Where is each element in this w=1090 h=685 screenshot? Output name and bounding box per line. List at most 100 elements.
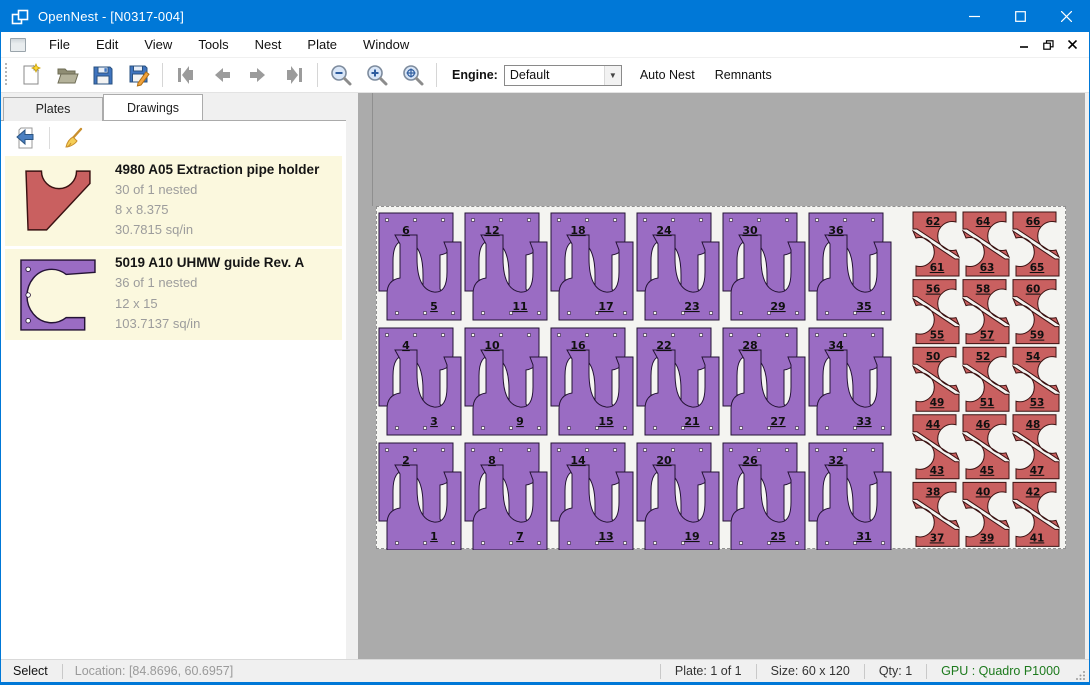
purple-part-pair[interactable]: 28 27	[723, 328, 805, 435]
resize-grip[interactable]	[1076, 669, 1086, 679]
menu-nest[interactable]: Nest	[242, 33, 295, 56]
nav-next-button[interactable]	[240, 60, 276, 90]
red-part-pair[interactable]: 3837	[913, 482, 959, 546]
purple-part-pair[interactable]: 3231	[809, 443, 891, 550]
new-file-icon	[19, 63, 43, 87]
engine-select[interactable]: Default ▼	[504, 65, 622, 86]
svg-text:66: 66	[1026, 216, 1041, 228]
purple-part-pair[interactable]: 3635	[809, 213, 891, 320]
toolbar-grip[interactable]	[3, 63, 9, 87]
purple-part-pair[interactable]: 1817	[551, 213, 633, 320]
drawing-item[interactable]: 5019 A10 UHMW guide Rev. A 36 of 1 neste…	[5, 249, 342, 339]
nest-canvas[interactable]: 6543211211109871817161514132423222120193…	[358, 93, 1085, 659]
purple-part-pair[interactable]: 21	[379, 443, 461, 550]
open-file-button[interactable]	[49, 60, 85, 90]
red-part-pair[interactable]: 6261	[913, 212, 959, 276]
svg-text:65: 65	[1030, 262, 1045, 274]
new-file-button[interactable]	[13, 60, 49, 90]
red-part-pair[interactable]: 5251	[963, 347, 1009, 411]
plate[interactable]: 6543211211109871817161514132423222120193…	[376, 206, 1066, 549]
nav-last-button[interactable]	[276, 60, 312, 90]
purple-part-pair[interactable]: 2221	[637, 328, 719, 435]
svg-text:30: 30	[742, 224, 758, 237]
purple-part-pair[interactable]: 65	[379, 213, 461, 320]
menu-view[interactable]: View	[131, 33, 185, 56]
menu-window[interactable]: Window	[350, 33, 422, 56]
drawings-toolbar	[1, 121, 346, 154]
svg-text:58: 58	[976, 284, 991, 296]
purple-part-pair[interactable]: 2625	[723, 443, 805, 550]
purple-part-pair[interactable]: 2019	[637, 443, 719, 550]
minimize-button[interactable]	[951, 1, 997, 32]
zoom-in-button[interactable]	[359, 60, 395, 90]
menu-tools[interactable]: Tools	[185, 33, 241, 56]
svg-text:1: 1	[430, 530, 438, 543]
svg-text:6: 6	[402, 224, 410, 237]
red-part-pair[interactable]: 4241	[1013, 482, 1059, 546]
drawing-item[interactable]: 4980 A05 Extraction pipe holder 30 of 1 …	[5, 156, 342, 246]
red-part-pair[interactable]: 66 65	[1013, 212, 1059, 276]
nav-first-button[interactable]	[168, 60, 204, 90]
toolbar: Engine: Default ▼ Auto Nest Remnants	[1, 58, 1089, 93]
mdi-minimize-button[interactable]	[1020, 40, 1029, 49]
svg-text:34: 34	[828, 339, 844, 352]
red-part-pair[interactable]: 6463	[963, 212, 1009, 276]
svg-text:43: 43	[930, 465, 945, 477]
svg-text:38: 38	[926, 486, 941, 498]
menu-edit[interactable]: Edit	[83, 33, 131, 56]
nav-last-icon	[282, 63, 306, 87]
return-to-drawing-button[interactable]	[11, 124, 41, 152]
purple-part-pair[interactable]: 2423	[637, 213, 719, 320]
purple-part-pair[interactable]: 109	[465, 328, 547, 435]
red-part-pair[interactable]: 5655	[913, 280, 959, 344]
nav-next-icon	[246, 63, 270, 87]
side-panel: Plates Drawings	[1, 93, 346, 659]
svg-text:45: 45	[980, 465, 995, 477]
purple-part-pair[interactable]: 87	[465, 443, 547, 550]
app-icon	[11, 9, 29, 25]
svg-text:13: 13	[598, 530, 613, 543]
tab-drawings[interactable]: Drawings	[103, 94, 203, 120]
part-thumbnail-red	[13, 168, 105, 234]
maximize-button[interactable]	[997, 1, 1043, 32]
red-part-pair[interactable]: 4443	[913, 415, 959, 479]
menu-plate[interactable]: Plate	[294, 33, 350, 56]
purple-part-pair[interactable]: 1615	[551, 328, 633, 435]
status-mode: Select	[1, 664, 62, 678]
red-part-pair[interactable]: 6059	[1013, 280, 1059, 344]
purple-part-pair[interactable]: 1211	[465, 213, 547, 320]
panel-splitter[interactable]	[346, 93, 358, 659]
close-button[interactable]	[1043, 1, 1089, 32]
menu-file[interactable]: File	[36, 33, 83, 56]
svg-text:9: 9	[516, 415, 524, 428]
svg-text:61: 61	[930, 262, 945, 274]
clean-button[interactable]	[58, 124, 88, 152]
svg-text:27: 27	[770, 415, 785, 428]
purple-part-pair[interactable]: 1413	[551, 443, 633, 550]
purple-part-pair[interactable]: 3029	[723, 213, 805, 320]
save-button[interactable]	[85, 60, 121, 90]
purple-part-pair[interactable]: 43	[379, 328, 461, 435]
red-part-pair[interactable]: 5049	[913, 347, 959, 411]
svg-text:52: 52	[976, 351, 991, 363]
status-size: Size: 60 x 120	[757, 664, 864, 678]
remnants-button[interactable]: Remnants	[705, 62, 782, 88]
svg-text:4: 4	[402, 339, 410, 352]
svg-text:28: 28	[742, 339, 757, 352]
red-part-pair[interactable]: 5857	[963, 280, 1009, 344]
document-icon[interactable]	[10, 38, 26, 52]
red-part-pair[interactable]: 4645	[963, 415, 1009, 479]
mdi-close-button[interactable]	[1068, 40, 1077, 49]
red-part-pair[interactable]: 4039	[963, 482, 1009, 546]
nav-prev-button[interactable]	[204, 60, 240, 90]
red-part-pair[interactable]: 5453	[1013, 347, 1059, 411]
mdi-restore-button[interactable]	[1043, 40, 1054, 50]
auto-nest-button[interactable]: Auto Nest	[630, 62, 705, 88]
zoom-fit-button[interactable]	[395, 60, 431, 90]
chevron-down-icon[interactable]: ▼	[604, 66, 621, 85]
red-part-pair[interactable]: 4847	[1013, 415, 1059, 479]
purple-part-pair[interactable]: 3433	[809, 328, 891, 435]
tab-plates[interactable]: Plates	[3, 97, 103, 121]
zoom-out-button[interactable]	[323, 60, 359, 90]
save-as-button[interactable]	[121, 60, 157, 90]
